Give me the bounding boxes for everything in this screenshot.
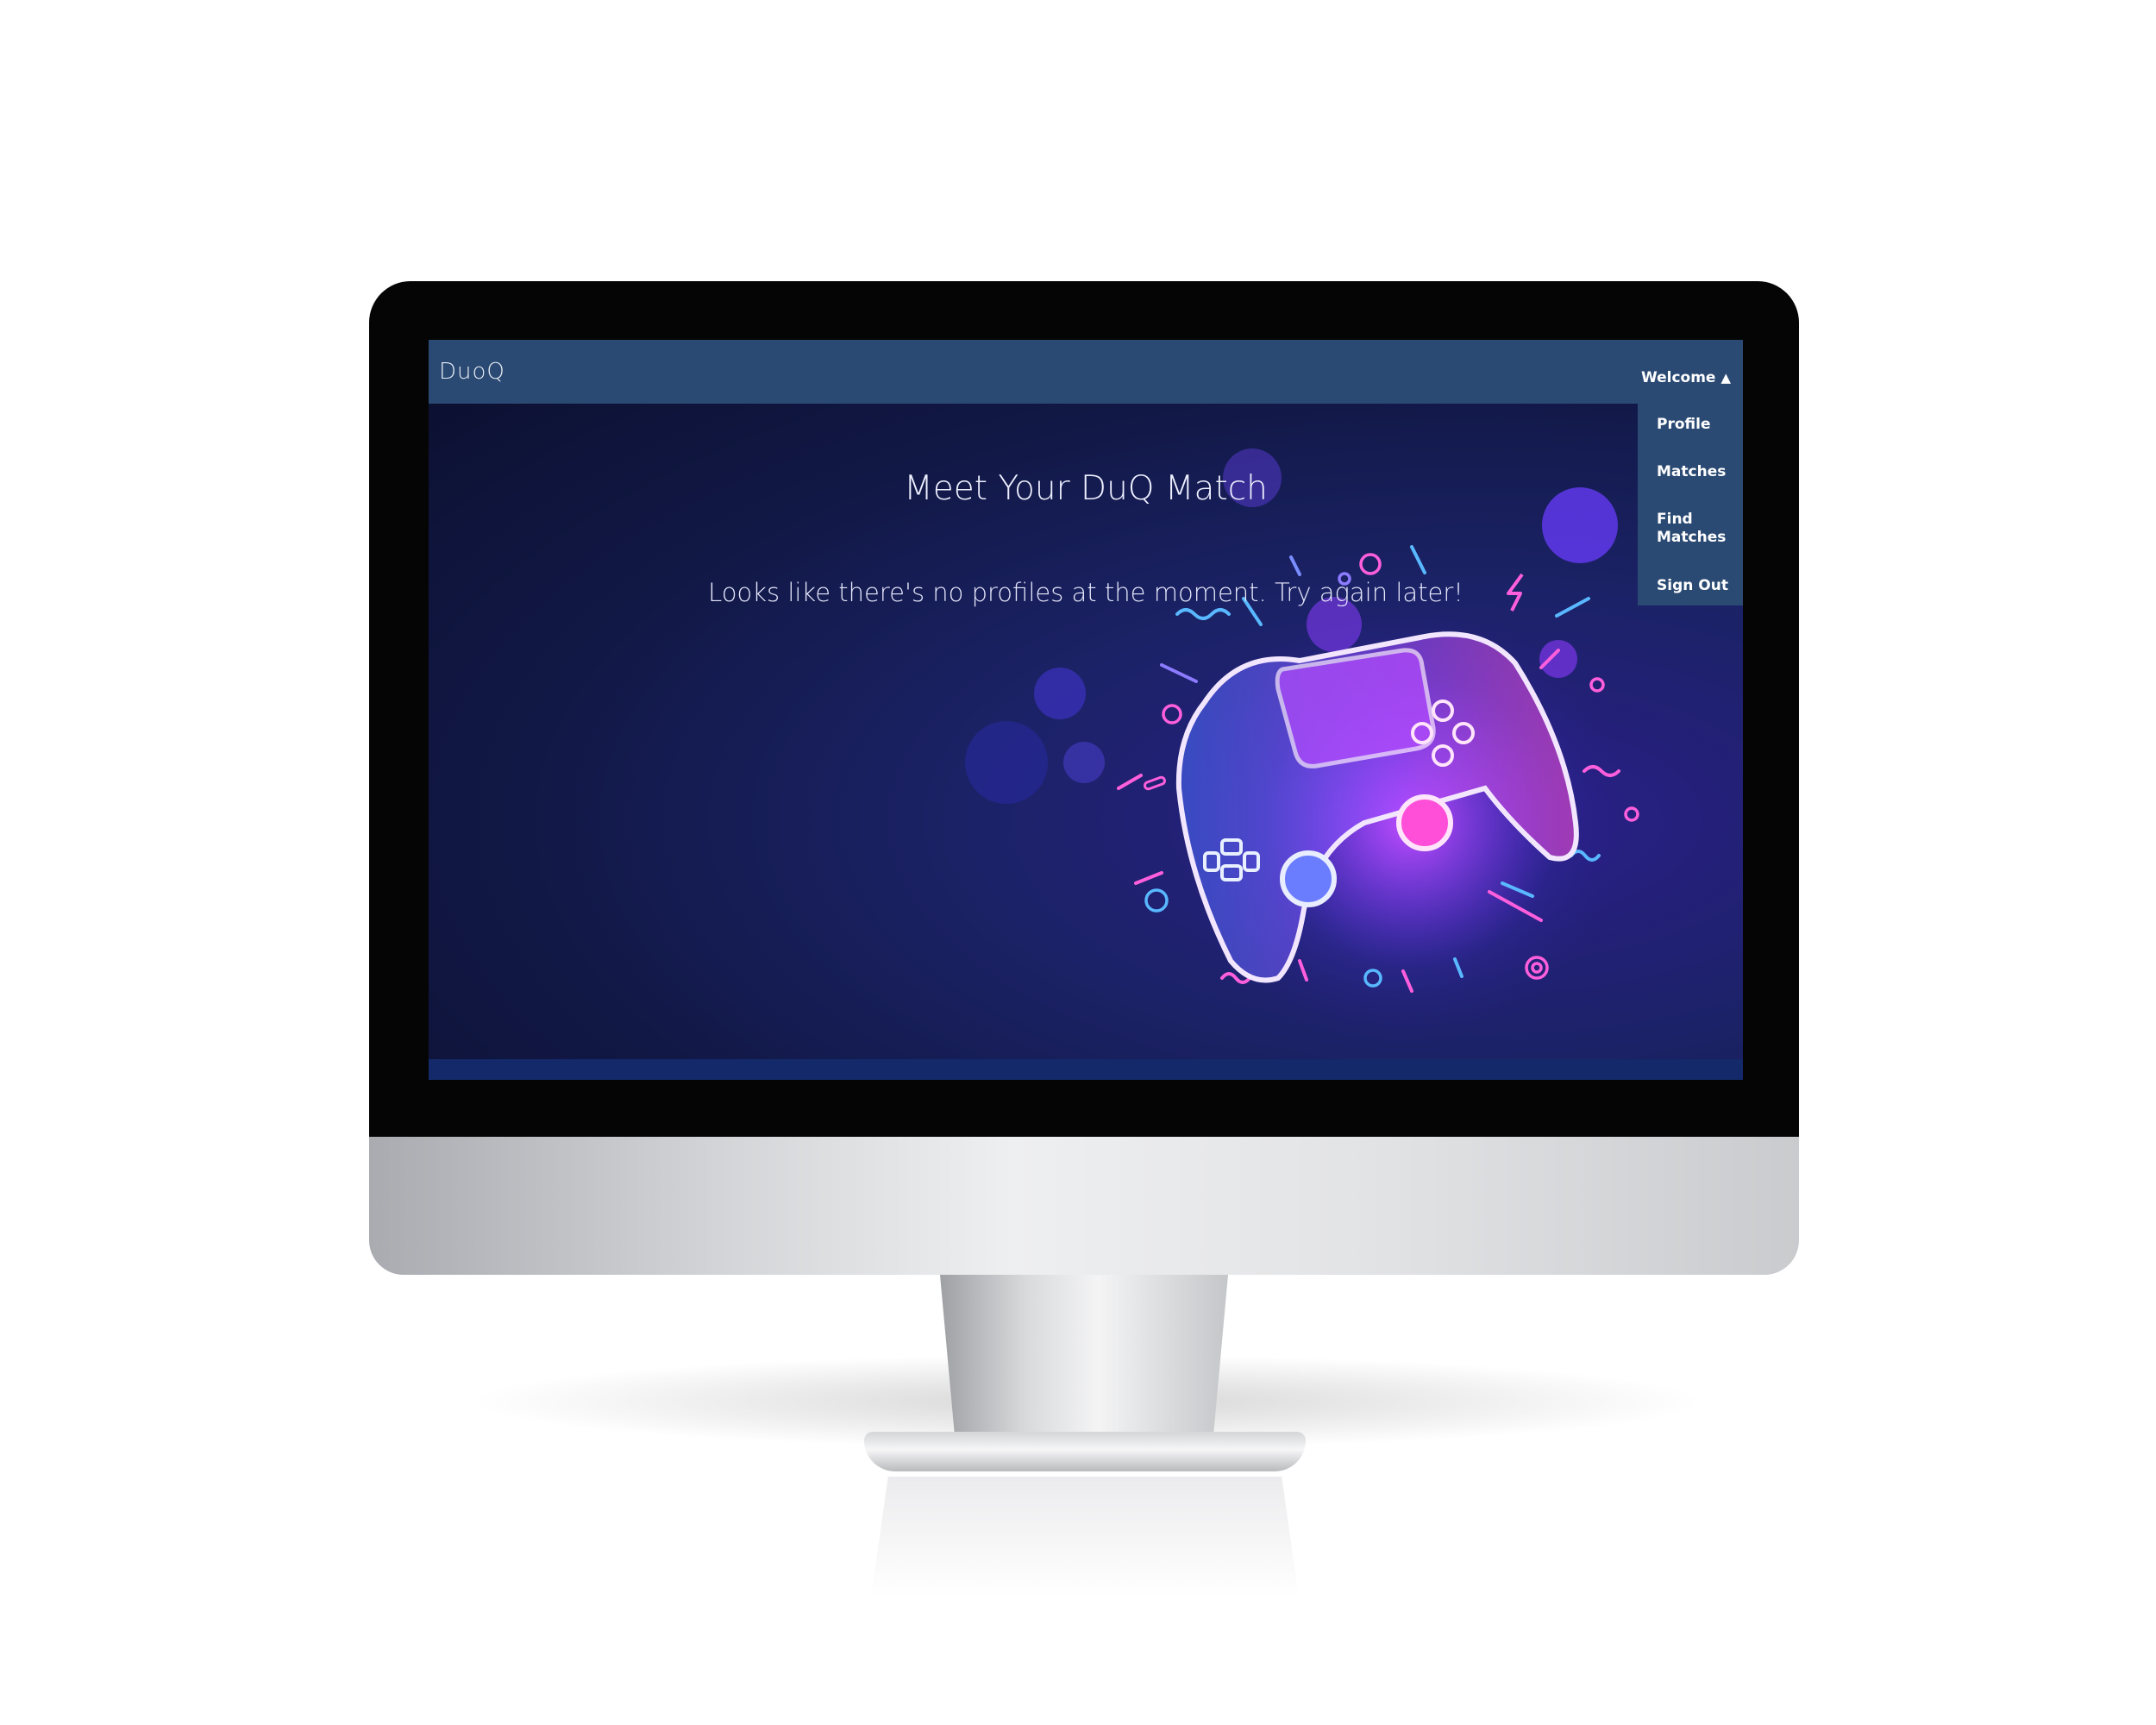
welcome-label: Welcome <box>1640 369 1716 386</box>
top-navbar: DuoQ Welcome ▲ <box>429 340 1743 404</box>
welcome-dropdown-toggle[interactable]: Welcome ▲ <box>1641 369 1731 386</box>
monitor-chin <box>369 1137 1799 1275</box>
user-dropdown-menu: Profile Matches Find Matches Sign Out <box>1638 404 1743 605</box>
menu-item-sign-out[interactable]: Sign Out <box>1657 577 1736 595</box>
stand-reflection <box>871 1477 1299 1597</box>
menu-item-profile[interactable]: Profile <box>1657 416 1736 434</box>
brand-logo[interactable]: DuoQ <box>439 359 505 385</box>
page-title: Meet Your DuQ Match <box>904 469 1268 508</box>
caret-up-icon: ▲ <box>1720 370 1731 386</box>
menu-item-find-matches[interactable]: Find Matches <box>1657 511 1736 547</box>
footer-bar <box>429 1059 1743 1080</box>
screen: DuoQ Welcome ▲ Profile Matches Find Match… <box>429 340 1743 1080</box>
empty-state-message: Looks like there's no profiles at the mo… <box>708 578 1463 607</box>
menu-item-matches[interactable]: Matches <box>1657 463 1736 481</box>
game-controller-illustration <box>965 448 1639 1047</box>
monitor-stand-base <box>864 1432 1306 1471</box>
